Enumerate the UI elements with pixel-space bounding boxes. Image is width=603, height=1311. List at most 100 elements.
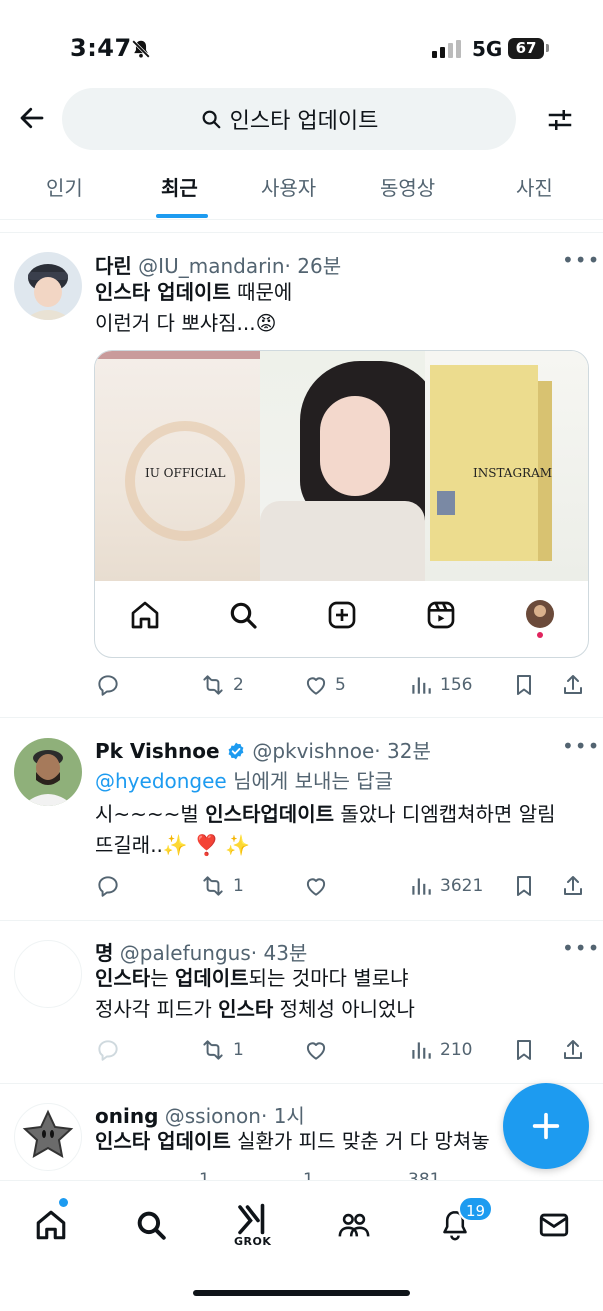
nav-communities[interactable]: [334, 1203, 374, 1247]
views-button[interactable]: 156: [408, 672, 472, 698]
views-button[interactable]: 210: [408, 1037, 472, 1063]
views-icon: [412, 1042, 431, 1059]
home-indicator: [193, 1290, 410, 1296]
tweet-time: · 1시: [260, 1104, 305, 1128]
share-button[interactable]: [561, 672, 585, 698]
retweet-count: 1: [233, 1040, 244, 1060]
tab-top[interactable]: 인기: [46, 172, 83, 201]
tweet-author-handle[interactable]: @ssionon: [165, 1104, 261, 1128]
more-dots-icon[interactable]: •••: [562, 734, 600, 758]
heart-icon: [306, 878, 326, 896]
tweet-author-name[interactable]: 명: [95, 941, 113, 965]
tweet-text-part: 되는 것마다 별로냐: [248, 966, 409, 990]
tab-videos[interactable]: 동영상: [380, 172, 435, 201]
home-icon: [131, 601, 159, 629]
tweet-author-handle[interactable]: @pkvishnoe: [252, 739, 374, 763]
retweet-count: 1: [233, 876, 244, 896]
heart-icon: [306, 1042, 326, 1060]
tweet-text: 인스타 업데이트 때문에 이런거 다 뽀샤짐...😡: [95, 277, 292, 339]
nav-search[interactable]: [131, 1203, 171, 1247]
share-icon: [564, 876, 582, 895]
retweet-button[interactable]: 1: [199, 873, 244, 899]
tweet-author-name[interactable]: Pk Vishnoe: [95, 739, 220, 763]
reply-button[interactable]: [95, 672, 121, 698]
reply-icon: [98, 675, 118, 696]
reply-mention-link[interactable]: @hyedongee: [95, 769, 227, 793]
tweet-text-part: 는: [150, 966, 175, 990]
like-button[interactable]: 5: [303, 672, 346, 698]
tweet-text-bold: 인스타 업데이트: [95, 280, 231, 304]
tweet-time: · 43분: [250, 941, 308, 965]
views-count: 210: [440, 1040, 473, 1060]
retweet-icon: [203, 675, 223, 695]
views-count: 3621: [440, 876, 484, 896]
tweet-text: 인스타 업데이트 실환가 피드 맞춘 거 다 망쳐놓: [95, 1126, 505, 1157]
share-button[interactable]: [561, 873, 585, 899]
home-icon: [36, 1210, 66, 1240]
search-icon: [202, 110, 221, 129]
avatar[interactable]: [14, 738, 82, 806]
back-button[interactable]: [14, 100, 50, 136]
media-photo-strip: IU OFFICIAL INSTAGRAM: [95, 351, 588, 581]
profile-avatar-icon: [526, 600, 554, 638]
verified-badge-icon: [226, 739, 246, 763]
avatar[interactable]: [14, 940, 82, 1008]
status-bar: 3:47 5G 67: [0, 0, 603, 92]
search-tabs: 인기 최근 사용자 동영상 사진: [0, 158, 603, 220]
tweet-media-image[interactable]: IU OFFICIAL INSTAGRAM: [94, 350, 589, 658]
retweet-count: 2: [233, 675, 244, 695]
tab-photos[interactable]: 사진: [516, 172, 553, 201]
media-label-left: IU OFFICIAL: [145, 466, 226, 480]
tab-people[interactable]: 사용자: [261, 172, 316, 201]
more-dots-icon[interactable]: •••: [562, 936, 600, 960]
status-time: 3:47: [70, 34, 132, 62]
bookmark-icon: [517, 1040, 531, 1060]
tweet-text-bold: 인스타 업데이트: [95, 1129, 231, 1153]
avatar[interactable]: [14, 1103, 82, 1171]
bookmark-icon: [517, 876, 531, 896]
signal-icon: [432, 40, 464, 62]
like-count: 5: [335, 675, 346, 695]
tweet-author-handle[interactable]: @IU_mandarin: [138, 254, 284, 278]
filter-button[interactable]: [540, 100, 580, 140]
tab-active-indicator: [156, 214, 208, 218]
tab-latest[interactable]: 최근: [161, 172, 198, 201]
views-icon: [412, 878, 431, 895]
tweet-author-name[interactable]: 다린: [95, 254, 132, 278]
media-photo-cell: [260, 351, 425, 581]
compose-button[interactable]: [503, 1083, 589, 1169]
reels-icon: [427, 601, 455, 629]
tweet-author-name[interactable]: oning: [95, 1104, 158, 1128]
views-button[interactable]: 3621: [408, 873, 483, 899]
divider: [0, 1083, 603, 1084]
avatar[interactable]: [14, 252, 82, 320]
tweet-author-handle[interactable]: @palefungus: [120, 941, 251, 965]
like-button[interactable]: [303, 873, 329, 899]
nav-messages[interactable]: [534, 1203, 574, 1247]
nav-home[interactable]: [31, 1203, 71, 1247]
bookmark-button[interactable]: [512, 672, 536, 698]
tweet-text: 시~~~~벌 인스타업데이트 돌았나 디엠캡쳐하면 알림 뜨길래..✨ ❣️ ✨: [95, 799, 556, 861]
share-button[interactable]: [561, 1037, 585, 1063]
media-photo-cell: IU OFFICIAL: [95, 351, 260, 581]
tweet-actions: 2 5 156: [95, 672, 590, 702]
like-button[interactable]: [303, 1037, 329, 1063]
reply-icon: [98, 876, 118, 897]
tweet-text-part: 정체성 아니었나: [273, 997, 415, 1021]
reply-context: @hyedongee 님에게 보내는 답글: [95, 765, 393, 794]
network-label: 5G: [472, 37, 503, 61]
grok-label: GROK: [234, 1235, 272, 1248]
search-input[interactable]: 인스타 업데이트: [62, 88, 516, 150]
retweet-button[interactable]: 2: [199, 672, 244, 698]
reply-button[interactable]: [95, 1037, 121, 1063]
bookmark-button[interactable]: [512, 873, 536, 899]
more-dots-icon[interactable]: •••: [562, 248, 600, 272]
reply-button[interactable]: [95, 873, 121, 899]
bookmark-button[interactable]: [512, 1037, 536, 1063]
retweet-button[interactable]: 1: [199, 1037, 244, 1063]
reply-context-text: 님에게 보내는 답글: [226, 769, 394, 793]
divider: [0, 232, 603, 233]
sliders-icon: [548, 110, 572, 130]
arrow-left-icon: [20, 107, 44, 129]
divider: [0, 717, 603, 718]
